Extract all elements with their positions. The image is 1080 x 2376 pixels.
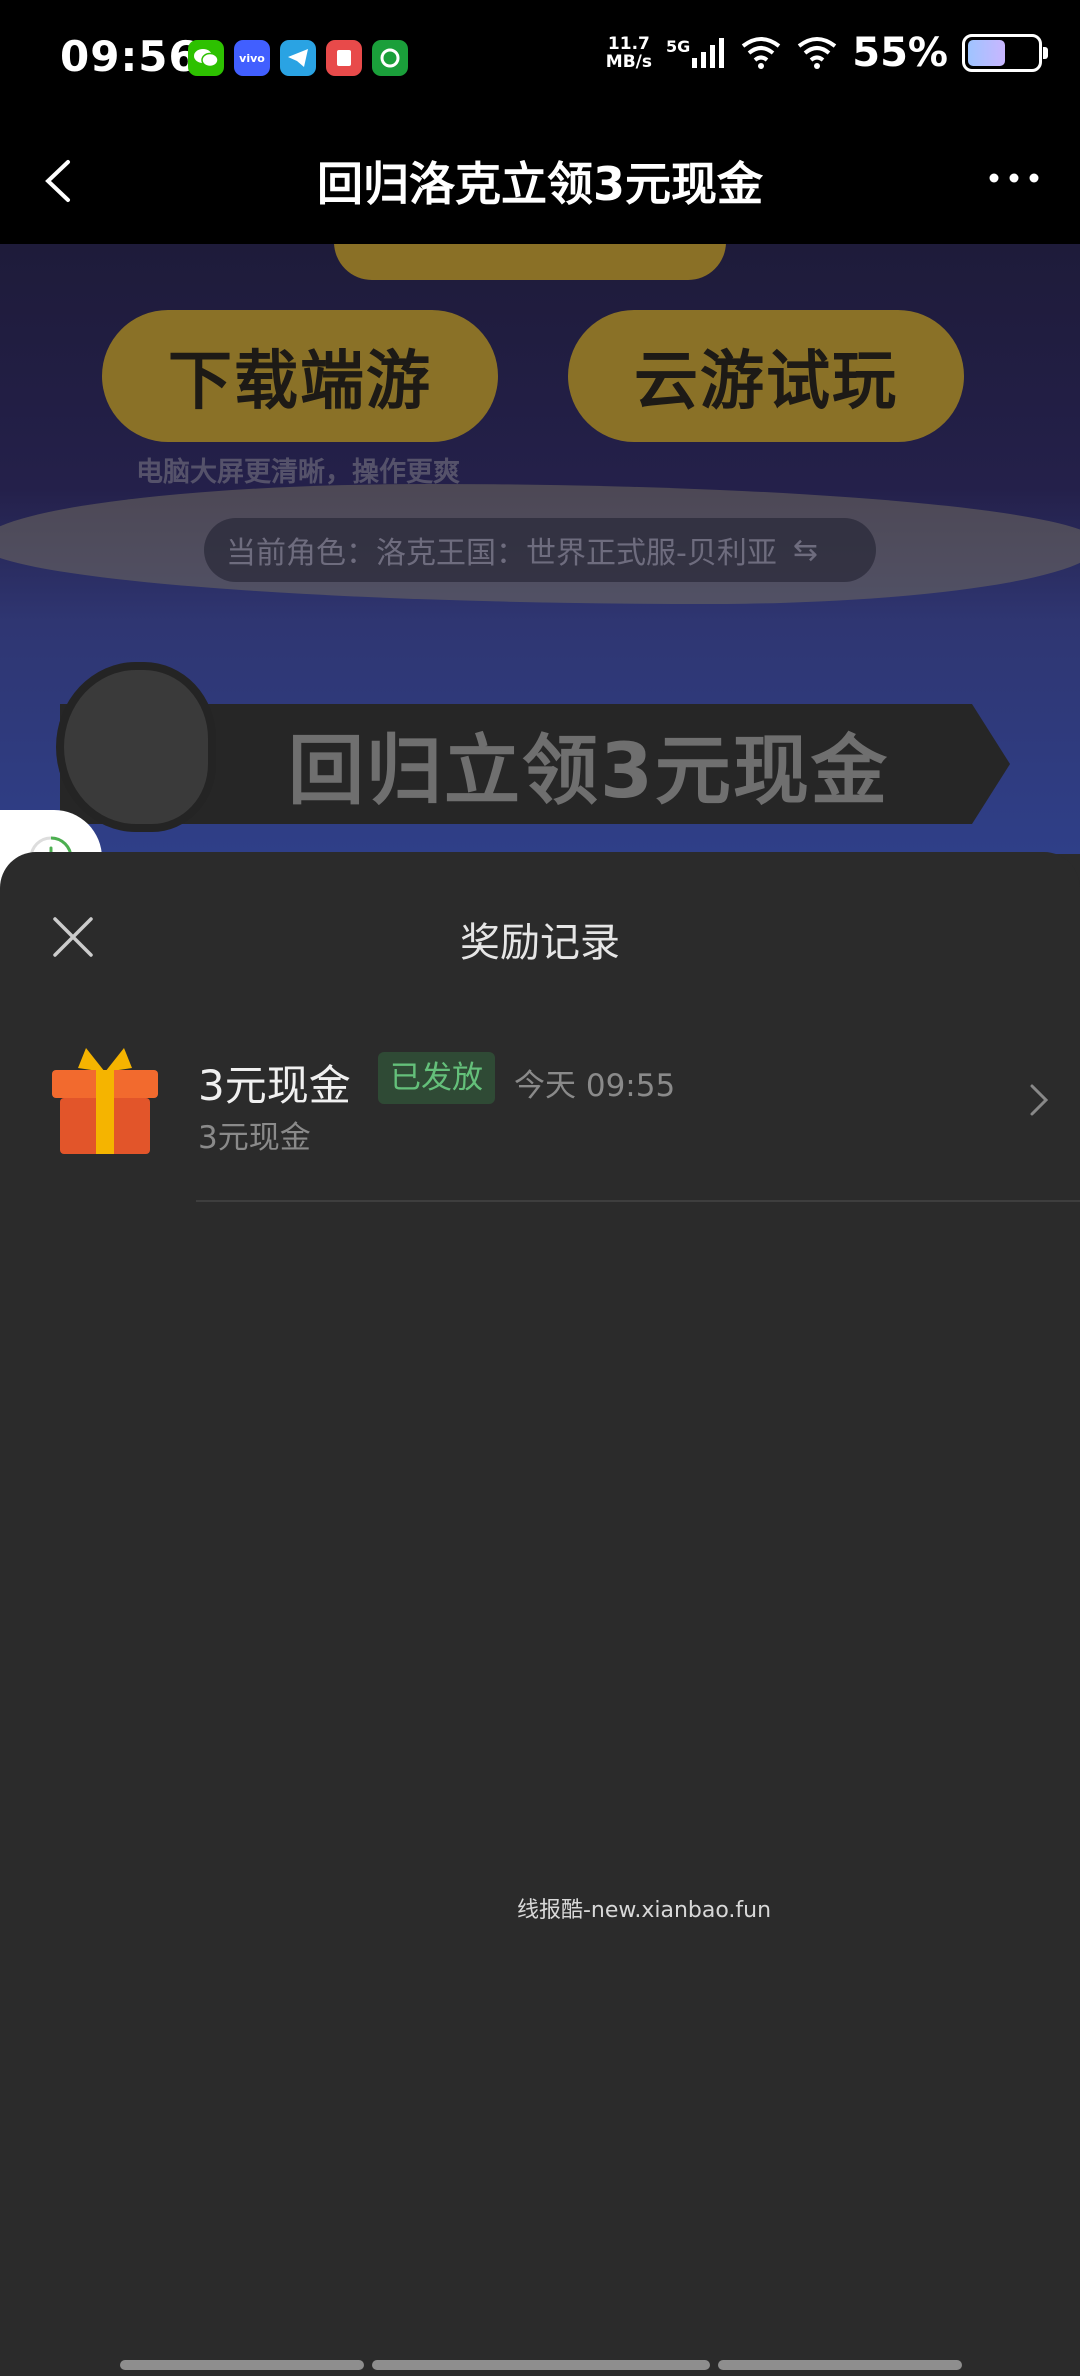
status-right: 11.7 MB/s 5G 55% xyxy=(605,30,1048,76)
more-options-icon[interactable] xyxy=(984,158,1044,198)
gesture-bar-segment xyxy=(372,2360,710,2370)
battery-icon xyxy=(962,34,1048,72)
gesture-bar xyxy=(120,2360,962,2370)
record-subtitle: 3元现金 xyxy=(198,1120,311,1156)
gift-icon xyxy=(52,1048,158,1154)
vivo-icon: vivo xyxy=(234,40,270,76)
chevron-right-icon xyxy=(1030,1084,1049,1116)
status-bar: 09:56 vivo 11.7 MB/s 5G 55% xyxy=(0,0,1080,118)
cloud-play-button: 云游试玩 xyxy=(568,310,964,442)
screen: 09:56 vivo 11.7 MB/s 5G 55% 回归洛克立领3元现金 下… xyxy=(0,0,1080,2376)
watermark: 线报酷-new.xianbao.fun xyxy=(516,1898,772,1923)
mascot-image xyxy=(56,662,216,832)
gesture-bar-segment xyxy=(718,2360,962,2370)
top-pill-button xyxy=(334,244,726,280)
status-badge: 已发放 xyxy=(378,1052,495,1104)
gesture-bar-segment xyxy=(120,2360,364,2370)
telegram-icon xyxy=(280,40,316,76)
game-app-icon xyxy=(372,40,408,76)
battery-fill xyxy=(968,40,1006,66)
title-bar: 回归洛克立领3元现金 xyxy=(0,118,1080,244)
net-speed: 11.7 MB/s xyxy=(605,34,652,72)
download-client-button: 下载端游 xyxy=(102,310,498,442)
notes-icon xyxy=(326,40,362,76)
status-time: 09:56 xyxy=(60,32,199,81)
divider xyxy=(196,1200,1080,1202)
switch-icon: ⇆ xyxy=(792,532,818,568)
signal-icon: 5G xyxy=(666,37,726,68)
page-title: 回归洛克立领3元现金 xyxy=(316,157,763,211)
reward-record-row[interactable]: 3元现金 已发放 今天 09:55 3元现金 xyxy=(0,1042,1080,1202)
role-switcher: 当前角色：洛克王国：世界正式服-贝利亚 ⇆ xyxy=(204,518,876,582)
sheet-title: 奖励记录 xyxy=(460,920,620,966)
reward-records-sheet: 奖励记录 3元现金 已发放 今天 09:55 3元现金 线报酷-new.xian… xyxy=(0,852,1080,2376)
notification-icons: vivo xyxy=(188,40,408,76)
wifi-icon-secondary xyxy=(798,37,837,69)
record-title: 3元现金 xyxy=(198,1061,351,1110)
role-label: 当前角色：洛克王国：世界正式服-贝利亚 xyxy=(226,536,777,571)
wifi-icon xyxy=(742,37,781,69)
record-time: 今天 09:55 xyxy=(514,1068,676,1104)
battery-percent: 55% xyxy=(852,30,948,76)
wechat-icon xyxy=(188,40,224,76)
background-page: 下载端游 云游试玩 电脑大屏更清晰，操作更爽 当前角色：洛克王国：世界正式服-贝… xyxy=(0,244,1080,854)
